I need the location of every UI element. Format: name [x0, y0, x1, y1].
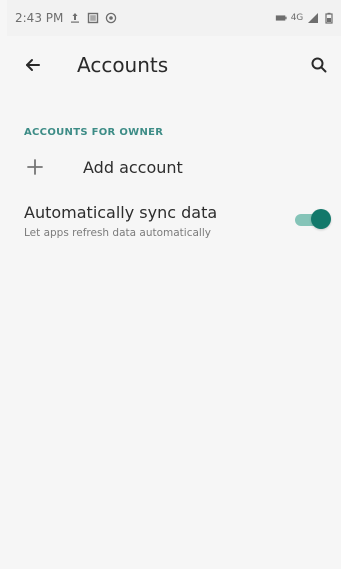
- status-bar: 2:43 PM 4G: [7, 0, 341, 36]
- plus-icon: [7, 142, 63, 192]
- auto-sync-row[interactable]: Automatically sync data Let apps refresh…: [7, 201, 341, 261]
- status-left: 2:43 PM: [15, 11, 117, 25]
- signal-icon: [307, 12, 319, 24]
- search-icon: [311, 57, 327, 73]
- accounts-screen: 2:43 PM 4G Accounts ACCOUNTS FOR OWNER A…: [7, 0, 341, 569]
- back-arrow-icon: [26, 59, 40, 71]
- auto-sync-text: Automatically sync data Let apps refresh…: [24, 201, 217, 239]
- back-button[interactable]: [7, 36, 59, 94]
- auto-sync-toggle[interactable]: [295, 209, 331, 229]
- status-time: 2:43 PM: [15, 11, 64, 25]
- status-right: 4G: [275, 12, 335, 24]
- auto-sync-subtitle: Let apps refresh data automatically: [24, 227, 211, 239]
- top-app-bar: Accounts: [7, 36, 341, 94]
- page-title: Accounts: [77, 53, 169, 77]
- screenshot-icon: [87, 12, 99, 24]
- add-account-label: Add account: [83, 157, 183, 177]
- network-type: 4G: [290, 13, 304, 23]
- vpn-icon: [105, 12, 117, 24]
- upload-icon: [69, 12, 81, 24]
- accounts-section-header: ACCOUNTS FOR OWNER: [24, 126, 164, 138]
- battery-icon: [323, 12, 335, 24]
- add-account-row[interactable]: Add account: [7, 142, 341, 192]
- battery-saver-icon: [275, 12, 287, 24]
- toggle-thumb: [311, 209, 331, 229]
- auto-sync-title: Automatically sync data: [24, 203, 218, 222]
- search-button[interactable]: [297, 36, 341, 94]
